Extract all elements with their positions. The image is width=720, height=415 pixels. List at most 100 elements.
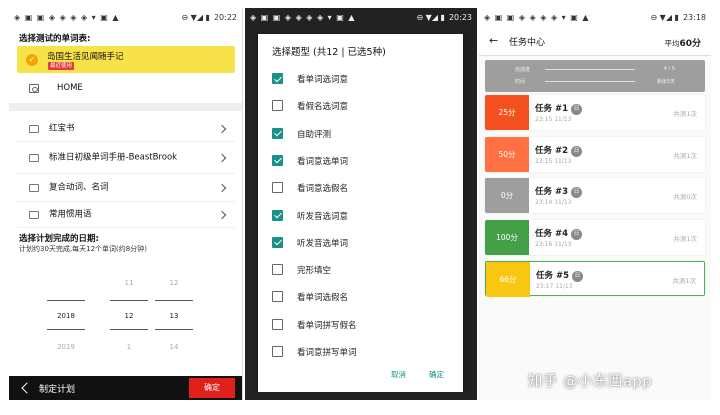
status-time: 20:22 [213, 12, 237, 22]
plan-date-title: 选择计划完成的日期: [19, 234, 99, 244]
year-selected: 2018 [47, 300, 85, 330]
day-badge: 日 [571, 104, 582, 115]
recent-badge: 最近使用 [48, 62, 75, 70]
check-circle-icon: ✓ [26, 54, 38, 66]
task-score: 50分 [485, 136, 529, 172]
question-type-option[interactable]: 看单词拼写假名 [272, 316, 452, 334]
question-type-option[interactable]: 完形填空 [272, 261, 452, 279]
date-picker[interactable]: 2018 2019 11 12 1 12 13 14 [47, 266, 207, 358]
question-type-option[interactable]: 自助评测 [272, 125, 452, 143]
nav-bar [245, 392, 477, 400]
checkbox-unchecked[interactable] [272, 182, 283, 194]
question-type-option[interactable]: 听发音选单词 [272, 234, 452, 252]
option-label: 看词意选假名 [297, 184, 349, 195]
back-chevron-icon[interactable] [21, 382, 33, 394]
time-value: 剩余5天 [656, 79, 675, 85]
time-bar [545, 81, 635, 82]
task-time: 23:14 11/13 [535, 199, 572, 206]
year-wheel[interactable]: 2018 2019 [47, 266, 85, 364]
day-next: 14 [169, 343, 179, 351]
dialog-title: 选择题型 (共12 | 已选5种) [272, 47, 386, 58]
checkbox-checked[interactable] [272, 154, 283, 166]
average-value: 60分 [679, 39, 701, 49]
question-type-option[interactable]: 看词意选假名 [272, 179, 452, 197]
selected-wordlist-name: 岛国生活见闻随手记 [47, 52, 124, 62]
question-type-option[interactable]: 看词意拼写单词 [272, 343, 452, 361]
back-arrow-icon[interactable]: ← [489, 35, 498, 46]
task-count: 共测1次 [673, 234, 697, 243]
option-label: 看词意选单词 [297, 156, 349, 167]
option-label: 看词意拼写单词 [297, 348, 357, 358]
option-label: 看假名选词意 [297, 102, 349, 113]
task-name: 任务 #3 日 [535, 185, 582, 198]
option-label: 看单词选词意 [297, 75, 349, 85]
task-score: 100分 [485, 219, 529, 255]
option-label: 听发音选单词 [297, 238, 349, 249]
day-selected: 13 [155, 300, 193, 330]
wordlist-item[interactable]: 常用惯用语 [17, 202, 235, 228]
option-label: 完形填空 [297, 266, 332, 277]
task-score: 25分 [485, 95, 529, 130]
task-card[interactable]: 66分 任务 #5 日 23:17 11/13 共测1次 [485, 261, 705, 297]
task-time: 23:16 11/13 [535, 240, 572, 248]
checkbox-unchecked[interactable] [272, 264, 283, 276]
cancel-button[interactable]: 取消 [391, 369, 406, 380]
status-bar: ◈ ▣ ▣ ◈ ◈ ◈ ◈ ▾ ▣ ▲ ⊖ ▼◢ ▮ 20:22 [9, 8, 242, 26]
month-wheel[interactable]: 11 12 1 [110, 266, 148, 364]
checkbox-checked[interactable] [272, 73, 283, 84]
task-name: 任务 #1 日 [535, 102, 582, 115]
ok-button[interactable]: 确定 [429, 369, 444, 380]
checkbox-unchecked[interactable] [272, 291, 283, 303]
year-next: 2019 [57, 343, 75, 351]
task-name-text: 任务 #4 [535, 228, 568, 239]
plan-screen: ◈ ▣ ▣ ◈ ◈ ◈ ◈ ▾ ▣ ▲ ⊖ ▼◢ ▮ 20:22 选择测试的单词表… [9, 8, 243, 400]
task-card[interactable]: 50分 任务 #2 日 23:15 11/13 共测1次 [485, 136, 705, 172]
task-card[interactable]: 25分 任务 #1 日 23:15 11/13 共测1次 [485, 95, 705, 130]
task-time: 23:17 11/13 [536, 283, 573, 290]
checkbox-unchecked[interactable] [272, 100, 283, 112]
task-card[interactable]: 0分 任务 #3 日 23:14 11/13 共测0次 [485, 178, 705, 213]
home-folder-item[interactable]: HOME [17, 78, 235, 100]
task-score: 0分 [485, 178, 529, 213]
divider [9, 103, 242, 111]
wordlist-label: 常用惯用语 [49, 209, 92, 219]
plan-date-subtitle: 计划约30天完成,每天12个单词(约8分钟) [19, 245, 147, 253]
progress-summary: 完成度 4 / 5 时间 剩余5天 [485, 60, 705, 92]
selected-wordlist[interactable]: ✓ 岛国生活见闻随手记 最近使用 [17, 46, 235, 73]
day-wheel[interactable]: 12 13 14 [155, 266, 193, 364]
average-label: 平均 [664, 39, 680, 48]
checkbox-unchecked[interactable] [272, 318, 283, 330]
average-score: 平均60分 [664, 36, 701, 49]
wordlist-item[interactable]: 红宝书 [17, 116, 235, 142]
camera-folder-icon [29, 84, 39, 93]
question-type-option[interactable]: 看单词选词意 [272, 70, 452, 88]
month-selected: 12 [110, 300, 148, 330]
folder-icon [29, 153, 39, 162]
checkbox-unchecked[interactable] [272, 346, 283, 357]
question-type-option[interactable]: 看单词选假名 [272, 288, 452, 306]
task-count: 共测1次 [672, 277, 696, 285]
question-type-option[interactable]: 听发音选词意 [272, 207, 452, 225]
wordlist-label: 复合动词、名词 [49, 182, 109, 192]
month-prev: 11 [124, 279, 134, 287]
option-label: 看单词拼写假名 [297, 320, 357, 331]
page-title: 任务中心 [509, 38, 546, 48]
question-type-option[interactable]: 看词意选单词 [272, 152, 452, 170]
bottom-bar: 制定计划 确定 [9, 376, 242, 400]
checkbox-checked[interactable] [272, 236, 283, 248]
notification-icons: ◈ ▣ ▣ ◈ ◈ ◈ ◈ ▾ ▣ ▲ [484, 12, 590, 22]
checkbox-checked[interactable] [272, 127, 283, 139]
done-value: 4 / 5 [663, 66, 675, 72]
wordlist-item[interactable]: 复合动词、名词 [17, 174, 235, 202]
year-prev [47, 266, 85, 300]
task-name-text: 任务 #5 [536, 271, 569, 281]
task-card[interactable]: 100分 任务 #4 日 23:16 11/13 共测1次 [485, 219, 705, 255]
signal-icons: ⊖ ▼◢ ▮ [650, 12, 679, 22]
header: ← 任务中心 平均60分 [479, 26, 711, 56]
option-label: 听发音选词意 [297, 211, 349, 222]
wordlist-item[interactable]: 标准日初级单词手册-BeastBrook [17, 142, 235, 174]
question-type-option[interactable]: 看假名选词意 [272, 97, 452, 115]
checkbox-checked[interactable] [272, 209, 283, 221]
confirm-button[interactable]: 确定 [189, 378, 235, 398]
notification-icons: ◈ ▣ ▣ ◈ ◈ ◈ ◈ ▾ ▣ ▲ [14, 12, 120, 22]
